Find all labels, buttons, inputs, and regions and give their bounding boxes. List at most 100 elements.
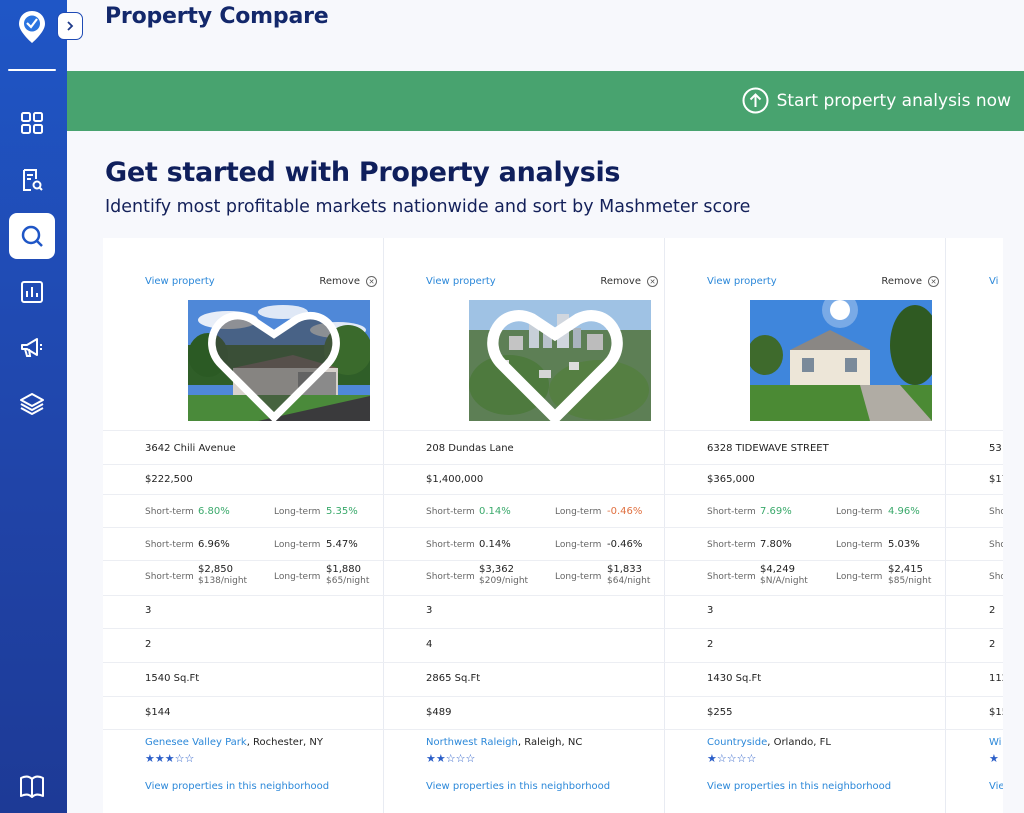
rent-short-term: $4,249 $N/A/night — [760, 564, 808, 586]
address: 208 Dundas Lane — [426, 443, 514, 454]
layers-icon — [20, 393, 44, 415]
cap-long-term: 5.47% — [326, 539, 358, 550]
coc-long-term: -0.46% — [607, 506, 643, 517]
search-icon — [21, 225, 43, 247]
price-per-sqft: $144 — [145, 707, 171, 718]
remove-property-button[interactable]: Remove ✕ — [881, 276, 939, 287]
price: $365,000 — [707, 474, 755, 485]
rating-stars: ★☆☆☆☆ — [707, 752, 757, 765]
hero-title: Get started with Property analysis — [105, 157, 621, 188]
rent-long-term: $2,415 $85/night — [888, 564, 932, 586]
coc-short-term: 0.14% — [479, 506, 511, 517]
property-column-partial: Vi 53 $17 Sho Sho Sho 2 2 112 $15 Wi ★ V… — [946, 238, 1003, 813]
app-logo-icon[interactable] — [18, 10, 46, 44]
neighborhood-link[interactable]: Countryside — [707, 737, 767, 748]
short-term-label: Short-term — [145, 572, 194, 582]
neighborhood: Countryside, Orlando, FL — [707, 737, 831, 748]
start-analysis-label: Start property analysis now — [776, 90, 1011, 111]
view-property-link[interactable]: Vi — [989, 276, 998, 287]
property-photo[interactable] — [188, 300, 370, 421]
long-term-label: Long-term — [836, 540, 883, 550]
sidebar-expand-button[interactable] — [57, 12, 83, 40]
rent-short-term: $3,362 $209/night — [479, 564, 529, 586]
long-term-label: Long-term — [836, 507, 883, 517]
short-term-label: Short-term — [145, 540, 194, 550]
view-neighborhood-link[interactable]: View properties in this neighborhood — [145, 781, 329, 792]
rent-long-term: $1,880 $65/night — [326, 564, 370, 586]
coc-long-term: 5.35% — [326, 506, 358, 517]
price: $17 — [989, 474, 1003, 485]
neighborhood-link[interactable]: Northwest Raleigh — [426, 737, 518, 748]
report-search-icon — [23, 169, 43, 191]
remove-label: Remove — [319, 276, 360, 287]
cap-short-term: 7.80% — [760, 539, 792, 550]
cap-short-term: 0.14% — [479, 539, 511, 550]
rating-stars: ★ — [989, 752, 999, 765]
property-compare-table: View property Remove ✕ 3642 Chili Avenue… — [103, 238, 1003, 813]
beds: 2 — [989, 605, 996, 616]
property-photo[interactable] — [750, 300, 932, 421]
coc-long-term: 4.96% — [888, 506, 920, 517]
price: $1,400,000 — [426, 474, 484, 485]
property-column: View property Remove ✕ 6328 TIDEWAVE STR… — [665, 238, 946, 813]
arrow-up-circle-icon — [742, 87, 769, 114]
baths: 2 — [145, 639, 152, 650]
close-circle-icon: ✕ — [366, 276, 377, 287]
remove-label: Remove — [881, 276, 922, 287]
price-per-sqft: $489 — [426, 707, 452, 718]
view-property-link[interactable]: View property — [707, 276, 777, 287]
start-analysis-button[interactable]: Start property analysis now — [742, 87, 1011, 114]
address: 53 — [989, 443, 1002, 454]
neighborhood: Genesee Valley Park, Rochester, NY — [145, 737, 324, 748]
baths: 2 — [707, 639, 714, 650]
nav-reports[interactable] — [9, 157, 55, 203]
heart-icon[interactable] — [188, 304, 365, 421]
beds: 3 — [145, 605, 152, 616]
short-term-label: Short-term — [426, 540, 475, 550]
short-term-label: Sho — [989, 540, 1003, 550]
remove-property-button[interactable]: Remove ✕ — [600, 276, 658, 287]
view-neighborhood-link[interactable]: View properties in this neighborhood — [707, 781, 891, 792]
property-column: View property Remove ✕ — [103, 238, 384, 813]
view-property-link[interactable]: View property — [145, 276, 215, 287]
book-icon[interactable] — [18, 773, 46, 801]
nav-dashboard[interactable] — [9, 100, 55, 146]
nav-property-search[interactable] — [9, 213, 55, 259]
view-property-link[interactable]: View property — [426, 276, 496, 287]
neighborhood-link[interactable]: Wi — [989, 737, 1001, 748]
bar-chart-icon — [21, 281, 43, 303]
cap-long-term: 5.03% — [888, 539, 920, 550]
baths: 4 — [426, 639, 433, 650]
megaphone-icon — [21, 338, 42, 357]
heart-icon[interactable] — [469, 304, 646, 421]
dashboard-grid-icon — [21, 112, 43, 134]
page-title: Property Compare — [105, 4, 329, 29]
sqft: 1430 Sq.Ft — [707, 673, 762, 684]
address: 6328 TIDEWAVE STREET — [707, 443, 829, 454]
beds: 3 — [426, 605, 433, 616]
nav-analytics[interactable] — [9, 269, 55, 315]
sqft: 1540 Sq.Ft — [145, 673, 200, 684]
nav-marketing[interactable] — [9, 325, 55, 371]
view-neighborhood-link[interactable]: Vie — [989, 781, 1003, 792]
long-term-label: Long-term — [836, 572, 883, 582]
neighborhood-link[interactable]: Genesee Valley Park — [145, 737, 247, 748]
short-term-label: Short-term — [426, 507, 475, 517]
nav-layers[interactable] — [9, 381, 55, 427]
long-term-label: Long-term — [555, 540, 602, 550]
remove-property-button[interactable]: Remove ✕ — [319, 276, 377, 287]
long-term-label: Long-term — [555, 507, 602, 517]
short-term-label: Short-term — [426, 572, 475, 582]
beds: 3 — [707, 605, 714, 616]
price-per-sqft: $255 — [707, 707, 733, 718]
chevron-right-icon — [67, 21, 74, 31]
sqft: 112 — [989, 673, 1003, 684]
rating-stars: ★★☆☆☆ — [426, 752, 476, 765]
short-term-label: Short-term — [145, 507, 194, 517]
short-term-label: Short-term — [707, 507, 756, 517]
house-photo-image — [750, 300, 932, 421]
short-term-label: Sho — [989, 572, 1003, 582]
view-neighborhood-link[interactable]: View properties in this neighborhood — [426, 781, 610, 792]
property-photo[interactable] — [469, 300, 651, 421]
baths: 2 — [989, 639, 996, 650]
